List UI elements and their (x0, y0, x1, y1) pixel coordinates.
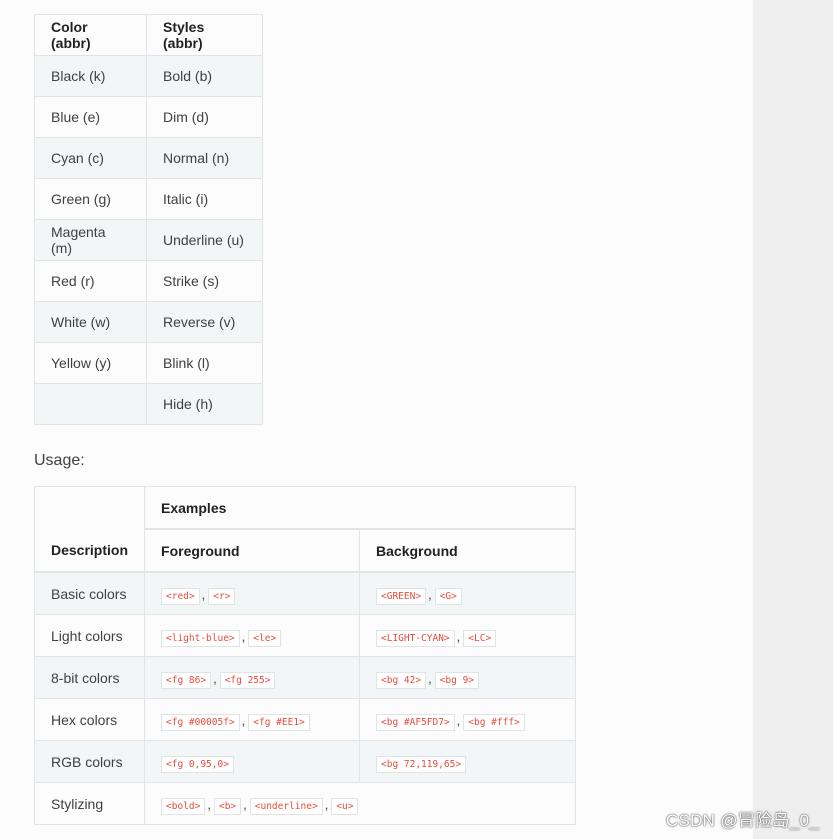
separator: , (241, 628, 246, 644)
color-cell: Blue (e) (34, 96, 147, 138)
foreground-cell: <red>, <r> (144, 571, 361, 615)
separator: , (456, 628, 461, 644)
color-style-abbreviation-table: Color (abbr) Styles (abbr) Black (k) Bol… (34, 14, 263, 425)
color-cell: Magenta (m) (34, 219, 147, 261)
column-header-foreground: Foreground (144, 528, 361, 573)
foreground-cell: <light-blue>, <le> (144, 614, 361, 657)
code-sample: <u> (331, 797, 359, 815)
code-sample: <fg #EE1> (248, 713, 310, 731)
code-sample: <LC> (463, 629, 497, 647)
code-sample: <red> (161, 587, 200, 605)
column-header-examples: Examples (144, 486, 577, 530)
table-row: Magenta (m) Underline (u) (34, 219, 263, 261)
column-header-background: Background (359, 528, 577, 573)
table-row: Green (g) Italic (i) (34, 178, 263, 220)
table-row: Light colors <light-blue>, <le> <LIGHT-CY… (33, 614, 577, 657)
color-cell: Yellow (y) (34, 342, 147, 384)
style-cell: Strike (s) (146, 260, 263, 302)
style-cell: Dim (d) (146, 96, 263, 138)
code-sample: <fg 86> (161, 671, 212, 689)
table-header-row: Description Examples (33, 486, 577, 573)
table-row: Hex colors <fg #00005f>, <fg #EE1> <bg #A… (33, 698, 577, 741)
table-row: Stylizing <bold>, <b>, <underline>, <u> (33, 782, 577, 825)
csdn-watermark: CSDN @冒险岛_0_ (665, 811, 819, 830)
code-sample: <underline> (249, 797, 323, 815)
background-cell: <LIGHT-CYAN>, <LC> (359, 614, 577, 657)
style-cell: Hide (h) (146, 383, 263, 425)
separator: , (456, 712, 461, 728)
right-gray-margin (753, 0, 833, 839)
separator: , (243, 796, 247, 812)
code-sample: <bg #fff> (463, 713, 525, 731)
table-row: 8-bit colors <fg 86>, <fg 255> <bg 42>, <b… (33, 656, 577, 699)
code-sample: <bg #AF5FD7> (376, 713, 455, 731)
foreground-cell: <fg 0,95,0> (144, 740, 361, 783)
code-sample: <bold> (161, 797, 206, 815)
code-sample: <le> (248, 629, 282, 647)
code-sample: <fg 0,95,0> (161, 755, 234, 773)
table-row: RGB colors <fg 0,95,0> <bg 72,119,65> (33, 740, 577, 783)
foreground-cell: <fg 86>, <fg 255> (144, 656, 361, 699)
code-sample: <bg 72,119,65> (376, 755, 467, 773)
code-sample: <bg 9> (434, 671, 480, 689)
table-row: Basic colors <red>, <r> <GREEN>, <G> (33, 571, 577, 615)
code-sample: <bg 42> (376, 671, 427, 689)
background-cell: <bg 72,119,65> (359, 740, 577, 783)
style-cell: Bold (b) (146, 55, 263, 97)
style-cell: Blink (l) (146, 342, 263, 384)
column-header-styles: Styles (abbr) (146, 14, 263, 56)
description-cell: Stylizing (33, 782, 146, 825)
style-cell: Reverse (v) (146, 301, 263, 343)
color-cell: Red (r) (34, 260, 147, 302)
background-cell: <GREEN>, <G> (359, 571, 577, 615)
style-cell: Italic (i) (146, 178, 263, 220)
code-sample: <r> (208, 587, 236, 605)
color-cell: Cyan (c) (34, 137, 147, 179)
code-sample: <LIGHT-CYAN> (376, 629, 455, 647)
separator: , (201, 586, 206, 602)
code-sample: <light-blue> (161, 629, 240, 647)
separator: , (428, 670, 432, 686)
table-header-row: Color (abbr) Styles (abbr) (34, 14, 263, 56)
usage-examples-table: Description Examples Foreground Backgrou… (33, 486, 577, 825)
style-cell: Underline (u) (146, 219, 263, 261)
separator: , (213, 670, 217, 686)
code-sample: <GREEN> (376, 587, 427, 605)
description-cell: Basic colors (33, 571, 146, 615)
table-row: Blue (e) Dim (d) (34, 96, 263, 138)
background-cell: <bg 42>, <bg 9> (359, 656, 577, 699)
color-cell: Green (g) (34, 178, 147, 220)
usage-heading: Usage: (34, 452, 85, 469)
column-header-color: Color (abbr) (34, 14, 147, 56)
code-sample: <fg 255> (219, 671, 276, 689)
code-sample: <fg #00005f> (161, 713, 240, 731)
table-row: White (w) Reverse (v) (34, 301, 263, 343)
color-cell: White (w) (34, 301, 147, 343)
style-cell: Normal (n) (146, 137, 263, 179)
description-cell: Light colors (33, 614, 146, 657)
separator: , (207, 796, 211, 812)
separator: , (241, 712, 246, 728)
table-row: Black (k) Bold (b) (34, 55, 263, 97)
table-row: Cyan (c) Normal (n) (34, 137, 263, 179)
styling-examples-cell: <bold>, <b>, <underline>, <u> (144, 782, 577, 825)
separator: , (324, 796, 329, 812)
separator: , (428, 586, 432, 602)
description-cell: RGB colors (33, 740, 146, 783)
background-cell: <bg #AF5FD7>, <bg #fff> (359, 698, 577, 741)
code-sample: <b> (213, 797, 242, 815)
color-cell (34, 383, 147, 425)
table-row: Hide (h) (34, 383, 263, 425)
description-cell: 8-bit colors (33, 656, 146, 699)
table-row: Yellow (y) Blink (l) (34, 342, 263, 384)
color-cell: Black (k) (34, 55, 147, 97)
column-header-description: Description (33, 486, 146, 573)
description-cell: Hex colors (33, 698, 146, 741)
table-row: Red (r) Strike (s) (34, 260, 263, 302)
foreground-cell: <fg #00005f>, <fg #EE1> (144, 698, 361, 741)
code-sample: <G> (434, 587, 462, 605)
